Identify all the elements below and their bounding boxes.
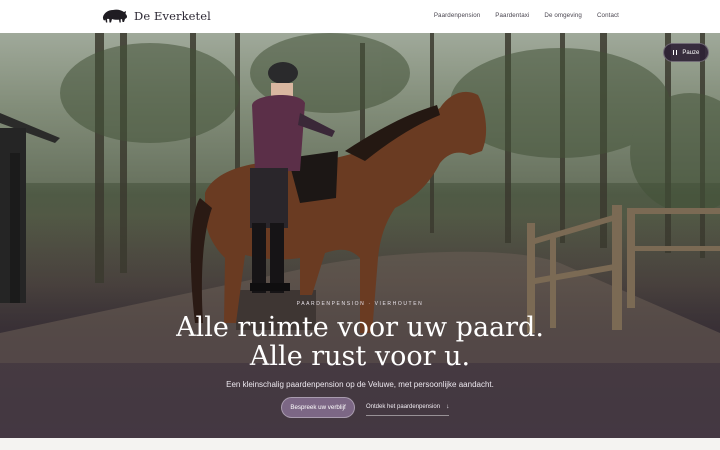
arrow-down-icon: ↓ bbox=[446, 403, 450, 410]
headline-line-2: Alle rust voor u. bbox=[249, 341, 471, 372]
hero-eyebrow: PAARDENPENSION · VIERHOUTEN bbox=[296, 301, 424, 307]
site-header: De Everketel Paardenpension Paardentaxi … bbox=[0, 0, 720, 33]
hero-text: PAARDENPENSION · VIERHOUTEN Alle ruimte … bbox=[0, 301, 720, 389]
hero-cta-row: Bespreek uw verblijf Ontdek het paardenp… bbox=[0, 397, 720, 419]
hero-subline: Een kleinschalig paardenpension op de Ve… bbox=[226, 380, 494, 389]
nav-item-contact[interactable]: Contact bbox=[597, 12, 619, 19]
brand[interactable]: De Everketel bbox=[101, 7, 211, 25]
nav-item-de-omgeving[interactable]: De omgeving bbox=[544, 12, 582, 19]
discover-pension-link[interactable]: Ontdek het paardenpension ↓ bbox=[366, 402, 450, 416]
nav-item-paardenpension[interactable]: Paardenpension bbox=[434, 12, 480, 19]
site-name: De Everketel bbox=[134, 9, 211, 23]
pause-label: Pauze bbox=[682, 49, 700, 56]
discover-pension-label: Ontdek het paardenpension bbox=[366, 403, 441, 410]
hero-section: Pauze PAARDENPENSION · VIERHOUTEN Alle r… bbox=[0, 33, 720, 438]
book-stay-button[interactable]: Bespreek uw verblijf bbox=[281, 397, 355, 418]
headline-line-1: Alle ruimte voor uw paard. bbox=[176, 312, 544, 343]
main-nav: Paardenpension Paardentaxi De omgeving C… bbox=[434, 12, 619, 19]
boar-silhouette-icon bbox=[102, 9, 128, 23]
pause-button[interactable]: Pauze bbox=[663, 43, 709, 62]
hero-headline: Alle ruimte voor uw paard. Alle rust voo… bbox=[0, 313, 720, 371]
nav-item-paardentaxi[interactable]: Paardentaxi bbox=[495, 12, 529, 19]
pause-icon bbox=[672, 50, 678, 55]
